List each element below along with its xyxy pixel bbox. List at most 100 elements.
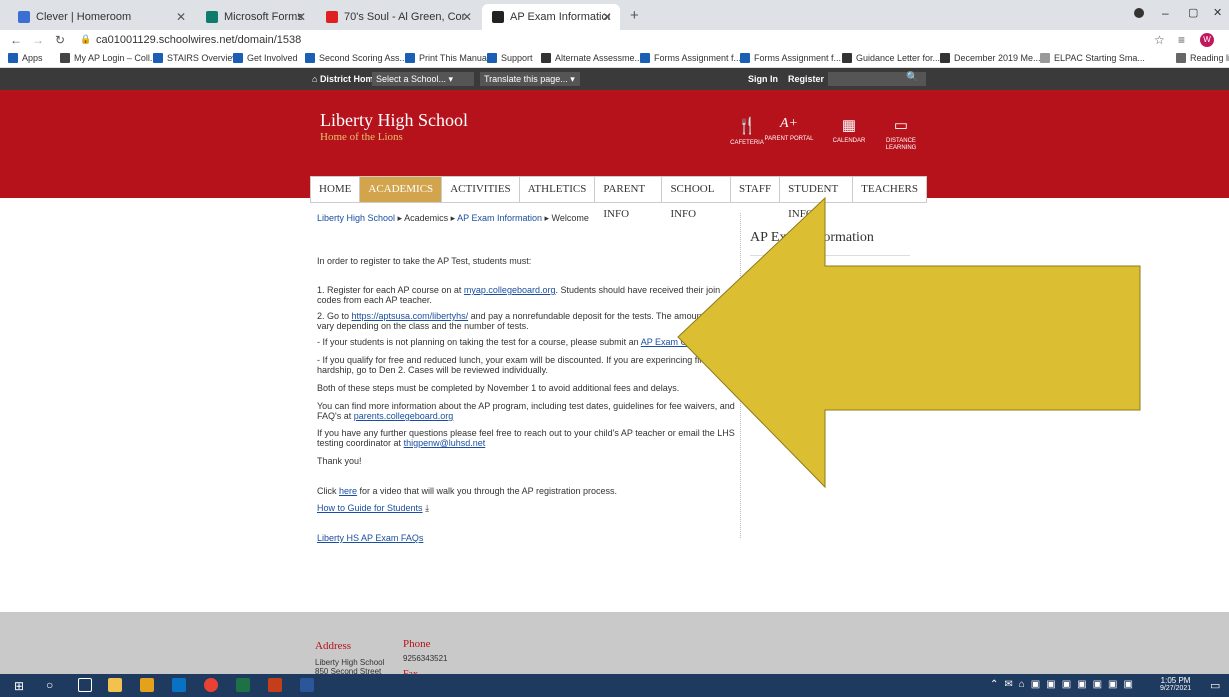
sign-in-link[interactable]: Sign In	[748, 74, 778, 84]
nav-academics[interactable]: ACADEMICS	[360, 177, 443, 202]
opt-out-text: - If your students is not planning on ta…	[317, 337, 737, 347]
bookmark-icon	[487, 53, 497, 63]
forward-icon[interactable]: →	[32, 33, 44, 47]
intro-text: In order to register to take the AP Test…	[317, 256, 532, 266]
close-tab-icon[interactable]: ✕	[462, 10, 472, 24]
file-explorer-icon[interactable]	[108, 678, 122, 692]
bookmark-item[interactable]: Print This Manual	[405, 53, 489, 63]
forms-icon	[206, 11, 218, 23]
bookmark-item[interactable]: My AP Login – Coll...	[60, 53, 157, 63]
more-info-text: You can find more information about the …	[317, 401, 735, 421]
myap-link[interactable]: myap.collegeboard.org	[464, 285, 556, 295]
yellow-arrow-shape	[677, 196, 1141, 489]
school-tagline: Home of the Lions	[320, 131, 403, 143]
faq-link[interactable]: Liberty HS AP Exam FAQs	[317, 533, 423, 543]
bookmark-item[interactable]: Guidance Letter for...	[842, 53, 940, 63]
tab-microsoft-forms[interactable]: Microsoft Forms ✕	[196, 4, 314, 30]
bookmark-item[interactable]: December 2019 Me...	[940, 53, 1041, 63]
profile-icon[interactable]	[1134, 8, 1144, 18]
notification-icon[interactable]: ▭	[1210, 679, 1220, 692]
annotation-arrow	[677, 196, 1141, 489]
address-line-1: Liberty High School	[315, 658, 385, 667]
back-icon[interactable]: ←	[10, 33, 22, 47]
search-icon[interactable]: 🔍	[906, 72, 918, 83]
new-tab-icon[interactable]: +	[630, 7, 639, 24]
lock-icon: 🔒	[80, 34, 92, 44]
nav-activities[interactable]: ACTIVITIES	[442, 177, 520, 202]
bookmark-item[interactable]: Get Involved	[233, 53, 298, 63]
close-window-icon[interactable]: ✕	[1213, 6, 1222, 19]
close-tab-icon[interactable]: ✕	[602, 10, 612, 24]
school-select[interactable]: Select a School... ▾	[372, 72, 474, 86]
chrome-icon[interactable]	[204, 678, 218, 692]
vlc-icon[interactable]	[140, 678, 154, 692]
school-name: Liberty High School	[320, 110, 468, 130]
reading-list-icon[interactable]: ≡	[1178, 33, 1185, 47]
bookmark-apps[interactable]: Apps	[8, 53, 43, 63]
address-heading: Address	[315, 640, 352, 652]
close-tab-icon[interactable]: ✕	[176, 10, 186, 24]
coordinator-email-link[interactable]: thigpenw@luhsd.net	[404, 438, 486, 448]
bookmark-item[interactable]: STAIRS Overview	[153, 53, 239, 63]
bookmark-icon	[305, 53, 315, 63]
tab-youtube[interactable]: 70's Soul - Al Green, Comm✕	[316, 4, 480, 30]
bookmark-reading-list[interactable]: Reading list	[1176, 53, 1229, 63]
bookmark-star-icon[interactable]: ☆	[1154, 33, 1165, 47]
powerpoint-icon[interactable]	[268, 678, 282, 692]
distance-learning-link[interactable]: ▭ DISTANCE LEARNING	[876, 116, 926, 152]
system-tray-icons[interactable]: ⌃✉⌂▣▣▣▣▣▣▣	[990, 679, 1139, 690]
step-2: 2. Go to https://aptsusa.com/libertyhs/ …	[317, 311, 724, 331]
video-here-link[interactable]: here	[339, 486, 357, 496]
bookmark-icon	[740, 53, 750, 63]
register-link[interactable]: Register	[788, 74, 824, 84]
outlook-icon[interactable]	[172, 678, 186, 692]
maximize-icon[interactable]: ▢	[1188, 6, 1198, 19]
start-icon[interactable]: ⊞	[14, 679, 24, 693]
district-top-nav: ⌂ District Home Select a School... ▾ Tra…	[0, 68, 1229, 90]
bookmark-item[interactable]: ELPAC Starting Sma...	[1040, 53, 1145, 63]
bookmark-icon	[233, 53, 243, 63]
reading-list-icon	[1176, 53, 1186, 63]
nav-parent-info[interactable]: PARENT INFO	[595, 177, 663, 220]
tab-ap-exam[interactable]: AP Exam Information / Welcome✕	[482, 4, 620, 30]
bookmark-item[interactable]: Forms Assignment f...	[740, 53, 841, 63]
thank-you-text: Thank you!	[317, 456, 362, 466]
nav-athletics[interactable]: ATHLETICS	[520, 177, 596, 202]
bookmark-icon	[405, 53, 415, 63]
account-avatar[interactable]: W	[1200, 33, 1214, 47]
minimize-icon[interactable]: –	[1162, 6, 1169, 20]
excel-icon[interactable]	[236, 678, 250, 692]
parents-collegeboard-link[interactable]: parents.collegeboard.org	[354, 411, 454, 421]
bookmark-icon	[60, 53, 70, 63]
district-home-link[interactable]: ⌂ District Home	[312, 74, 378, 84]
nav-home[interactable]: HOME	[311, 177, 361, 202]
browser-toolbar: ← → ↻ 🔒 ca01001129.schoolwires.net/domai…	[0, 30, 1229, 50]
calendar-link[interactable]: ▦ CALENDAR	[824, 116, 874, 144]
bookmark-item[interactable]: Support	[487, 53, 533, 63]
search-icon[interactable]: ○	[46, 678, 53, 692]
webpage: ⌂ District Home Select a School... ▾ Tra…	[0, 68, 1229, 612]
bookmark-item[interactable]: Alternate Assessme...	[541, 53, 642, 63]
parent-portal-link[interactable]: A+ PARENT PORTAL	[764, 116, 814, 143]
bookmark-item[interactable]: Forms Assignment f...	[640, 53, 741, 63]
phone-heading: Phone	[403, 638, 431, 650]
aptsusa-link[interactable]: https://aptsusa.com/libertyhs/	[352, 311, 469, 321]
tab-clever[interactable]: Clever | Homeroom ✕	[8, 4, 194, 30]
clever-icon	[18, 11, 30, 23]
url-field[interactable]: ca01001129.schoolwires.net/domain/1538	[96, 34, 301, 46]
graduation-cap-icon	[541, 53, 551, 63]
how-to-guide-link[interactable]: How to Guide for Students	[317, 503, 423, 513]
calendar-icon: ▦	[841, 117, 857, 134]
translate-select[interactable]: Translate this page... ▾	[480, 72, 580, 86]
clock[interactable]: 1:05 PM 9/27/2021	[1160, 676, 1191, 692]
step-1: 1. Register for each AP course on at mya…	[317, 285, 721, 305]
word-icon[interactable]	[300, 678, 314, 692]
reload-icon[interactable]: ↻	[55, 33, 65, 47]
lunch-text: - If you qualify for free and reduced lu…	[317, 355, 728, 375]
apps-grid-icon	[8, 53, 18, 63]
guide-row: How to Guide for Students ⤓	[317, 503, 737, 513]
bookmark-icon	[640, 53, 650, 63]
task-view-icon[interactable]	[78, 678, 92, 692]
close-tab-icon[interactable]: ✕	[296, 10, 306, 24]
bookmark-item[interactable]: Second Scoring Ass...	[305, 53, 407, 63]
